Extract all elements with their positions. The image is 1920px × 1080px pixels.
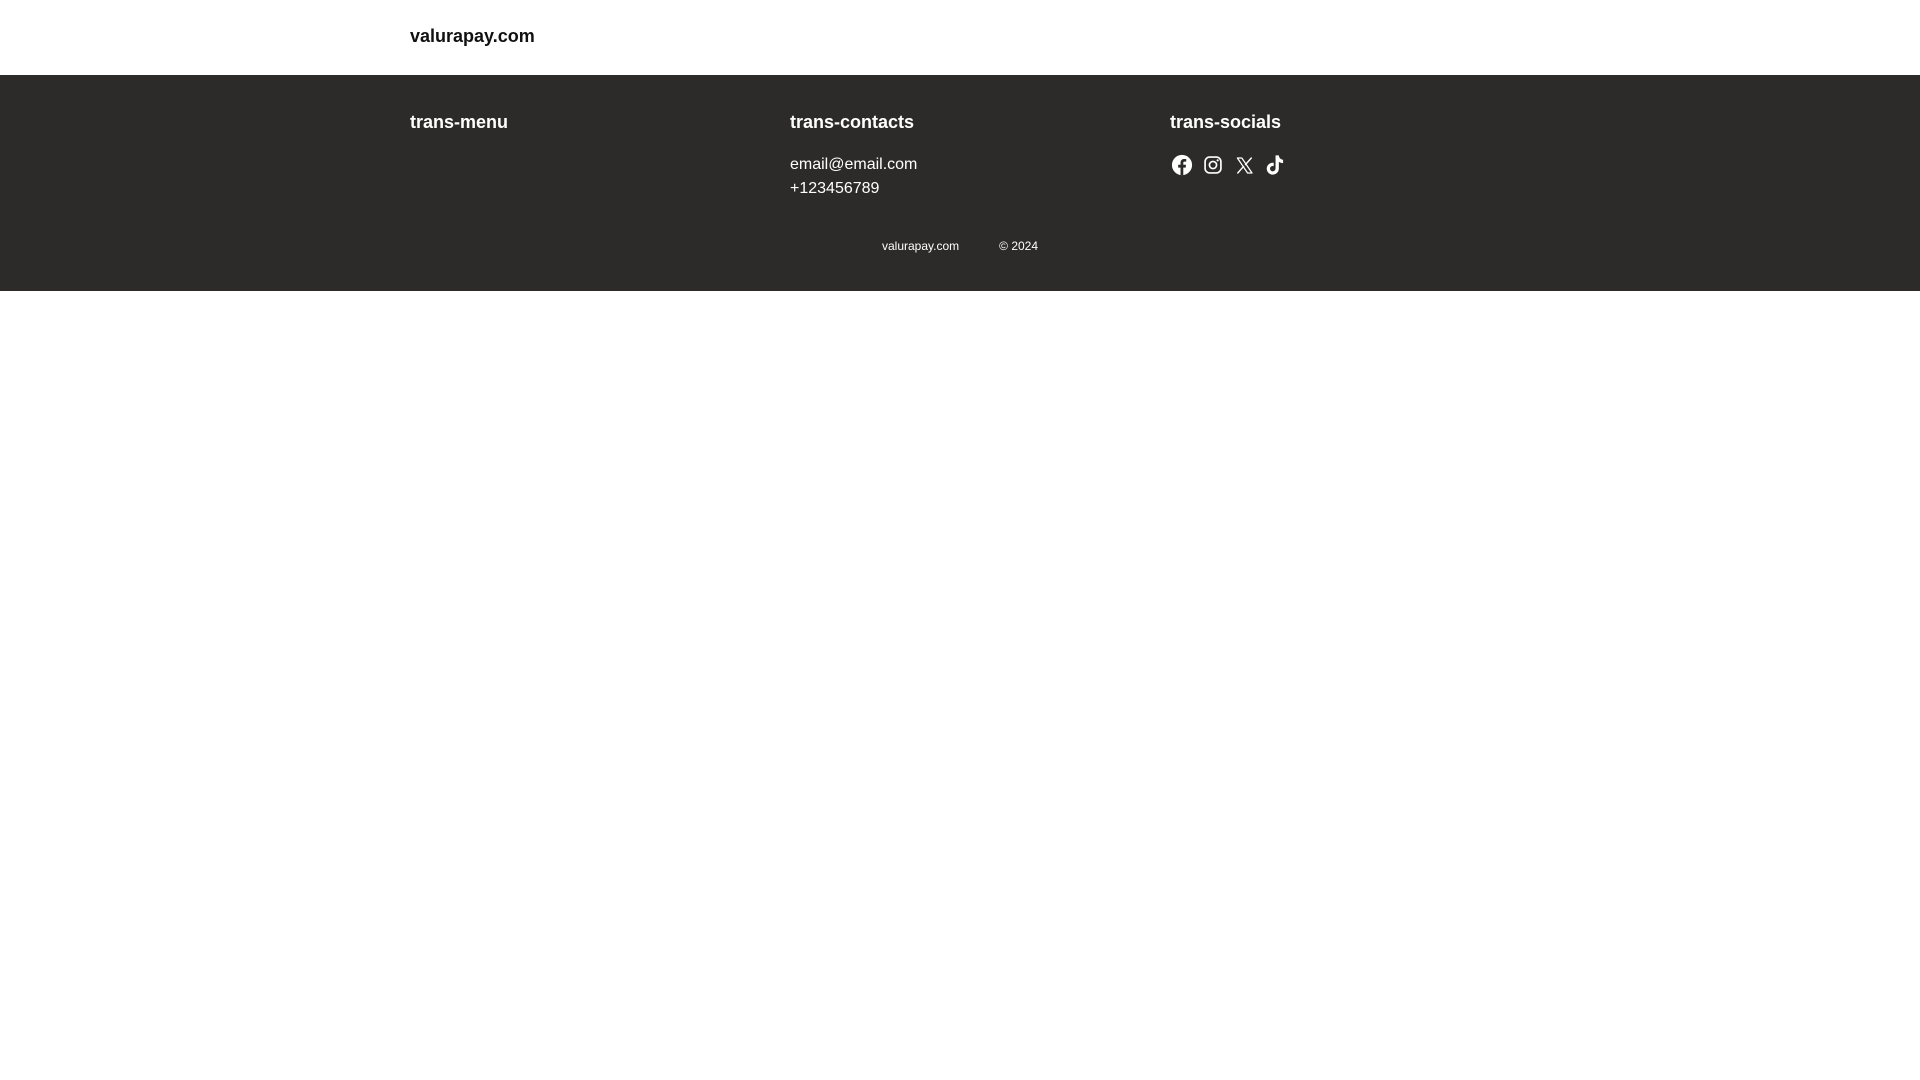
contact-phone-link[interactable]: +123456789 xyxy=(790,177,917,201)
footer-menu-column: trans-menu xyxy=(410,111,508,133)
footer-contacts-title: trans-contacts xyxy=(790,112,915,132)
contact-email-link[interactable]: email@email.com xyxy=(790,153,917,177)
site-footer: trans-menu trans-contacts email@email.co… xyxy=(0,75,1920,291)
copyright-year: © 2024 xyxy=(999,239,1039,253)
facebook-icon[interactable] xyxy=(1170,153,1194,177)
brand-link[interactable]: valurapay.com xyxy=(410,26,535,47)
x-icon[interactable] xyxy=(1232,153,1256,177)
footer-menu-title: trans-menu xyxy=(410,112,509,132)
social-links xyxy=(1170,153,1294,177)
tiktok-icon[interactable] xyxy=(1263,153,1287,177)
site-header: valurapay.com xyxy=(0,0,1920,75)
footer-copyright-bar: valurapay.com © 2024 xyxy=(0,239,1920,253)
footer-socials-column: trans-socials xyxy=(1170,111,1294,177)
instagram-icon[interactable] xyxy=(1201,153,1225,177)
footer-socials-title: trans-socials xyxy=(1170,112,1282,132)
copyright-site: valurapay.com xyxy=(881,239,960,253)
footer-contacts-column: trans-contacts email@email.com +12345678… xyxy=(790,111,917,201)
